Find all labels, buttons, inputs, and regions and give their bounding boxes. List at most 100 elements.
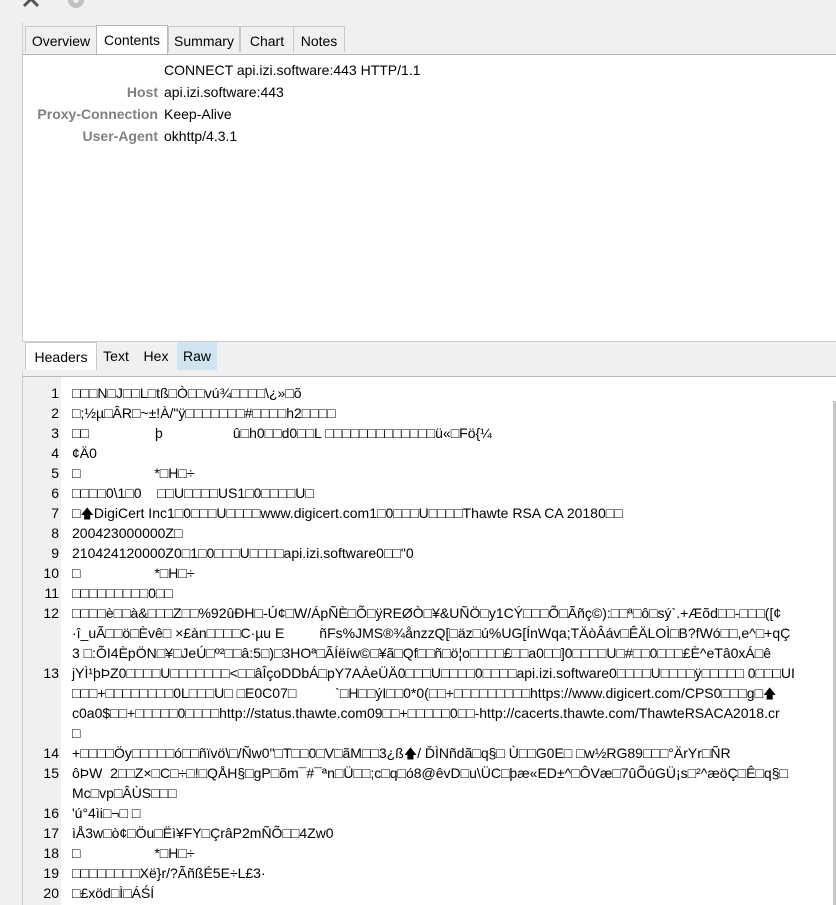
line-number: 8 bbox=[51, 525, 59, 541]
raw-line-segment: +□□□□Öy□□□□□ó□□ñïvö\□/Ñw0"□T□□0□V□ãM□□3¿… bbox=[72, 745, 404, 761]
raw-line-segment: □ bbox=[72, 725, 81, 741]
raw-line-text: □□□+□□□□□□□□0L□□□U□ □E0C07□ `□H□□ýI□□0*0… bbox=[72, 683, 776, 704]
line-number: 20 bbox=[43, 885, 59, 901]
line-number: 19 bbox=[43, 865, 59, 881]
line-number: 4 bbox=[51, 445, 59, 461]
raw-line: 14 +□□□□Öy□□□□□ó□□ñïvö\□/Ñw0"□T□□0□V□ãM□□… bbox=[23, 743, 836, 763]
raw-line: 3 □:ÕI4ÈpÖN□¥□JeÚ□º²□□â:5□)□3HOª□ÃÍëíw©□… bbox=[23, 643, 836, 663]
raw-line: 15 ôÞW 2□□Z×□C□÷□!□QÅH§□gP□õm¯#¯ªn□Ü□□;c□… bbox=[23, 763, 836, 783]
raw-line: 10 □ *□H□÷ bbox=[23, 563, 836, 583]
raw-line-segment: ôÞW 2□□Z×□C□÷□!□QÅH§□gP□õm¯#¯ªn□Ü□□;c□q□… bbox=[72, 765, 788, 781]
raw-line: 19 □□□□□□□□Xë}r/?ÃñßÉ5E÷L£3· bbox=[23, 863, 836, 883]
raw-line: 1 □□□N□J□□L□tß□Ò□□vú¾□□□□\¿»□õ bbox=[23, 383, 836, 403]
line-number: 14 bbox=[43, 745, 59, 761]
raw-line-text: ôÞW 2□□Z×□C□÷□!□QÅH§□gP□õm¯#¯ªn□Ü□□;c□q□… bbox=[72, 763, 788, 783]
raw-line-segment: □;½µ□ÂR□~±!À/"ÿ□□□□□□□#□□□□h2□□□□ bbox=[72, 405, 336, 421]
bottom-tab-bar: Headers Text Hex Raw bbox=[22, 341, 836, 371]
raw-line-text: jYÌ¹þÞZ0□□□□U□□□□□□□<□□âÎçoDDbÁ□pY7AÀeÜÄ… bbox=[72, 663, 795, 683]
raw-line: 8 200423000000Z□ bbox=[23, 523, 836, 543]
raw-line-segment: □□□□□□□□Xë}r/?ÃñßÉ5E÷L£3· bbox=[72, 865, 266, 881]
toolbar bbox=[0, 0, 836, 20]
raw-line: 4 ¢Ä0 bbox=[23, 443, 836, 463]
raw-line-segment: □□□□□□□□□0□□ bbox=[72, 585, 173, 601]
raw-line: 17 ìÅ3w□ò¢□Öu□Ëì¥FY□ÇrâP2mÑÕ□□4Zw0 bbox=[23, 823, 836, 843]
tab-raw[interactable]: Raw bbox=[177, 342, 217, 370]
raw-line-segment: c0a0$□□+□□□□□0□□□□http://status.thawte.c… bbox=[72, 705, 780, 721]
line-number: 17 bbox=[43, 825, 59, 841]
raw-line-segment: ¢Ä0 bbox=[72, 445, 97, 461]
raw-line: Mc□vp□ÂÙS□□□ bbox=[23, 783, 836, 803]
tab-headers[interactable]: Headers bbox=[25, 342, 97, 370]
tab-chart[interactable]: Chart bbox=[240, 26, 294, 52]
raw-line-segment: □£xöd□Ì□ÁŚÍ bbox=[72, 885, 155, 901]
raw-line-text: ¢Ä0 bbox=[72, 443, 97, 463]
raw-line-text: ·î_uÃ□□ö□Èvê□ ×£àn□□□□C·µu E ñFs%JMS®¾ån… bbox=[72, 623, 790, 643]
raw-line: 13 jYÌ¹þÞZ0□□□□U□□□□□□□<□□âÎçoDDbÁ□pY7AÀe… bbox=[23, 663, 836, 683]
line-number: 11 bbox=[44, 585, 59, 601]
raw-line: 18 □ *□H□÷ bbox=[23, 843, 836, 863]
raw-line-segment: DigiCert Inc1□0□□□U□□□□www.digicert.com1… bbox=[93, 505, 623, 521]
tab-notes[interactable]: Notes bbox=[293, 26, 345, 52]
raw-line: 9 210424120000Z0□1□0□□□U□□□□api.izi.softw… bbox=[23, 543, 836, 563]
request-line: CONNECT api.izi.software:443 HTTP/1.1 bbox=[164, 62, 421, 78]
raw-line-text: 3 □:ÕI4ÈpÖN□¥□JeÚ□º²□□â:5□)□3HOª□ÃÍëíw©□… bbox=[72, 643, 771, 663]
raw-line-segment: jYÌ¹þÞZ0□□□□U□□□□□□□<□□âÎçoDDbÁ□pY7AÀeÜÄ… bbox=[72, 665, 795, 681]
raw-line: □□□+□□□□□□□□0L□□□U□ □E0C07□ `□H□□ýI□□0*0… bbox=[23, 683, 836, 703]
raw-content-panel[interactable]: 1 □□□N□J□□L□tß□Ò□□vú¾□□□□\¿»□õ 2 □;½µ□ÂR□~±… bbox=[22, 376, 836, 905]
raw-line-text: □;½µ□ÂR□~±!À/"ÿ□□□□□□□#□□□□h2□□□□ bbox=[72, 403, 336, 423]
header-name-user-agent: User-Agent bbox=[82, 128, 158, 144]
raw-line: 11 □□□□□□□□□0□□ bbox=[23, 583, 836, 603]
tab-contents[interactable]: Contents bbox=[96, 25, 168, 54]
line-number: 13 bbox=[43, 665, 59, 681]
raw-line-segment: □ *□H□÷ bbox=[72, 845, 195, 861]
raw-line: 2 □;½µ□ÂR□~±!À/"ÿ□□□□□□□#□□□□h2□□□□ bbox=[23, 403, 836, 423]
tab-hex[interactable]: Hex bbox=[135, 342, 177, 370]
raw-line: □ bbox=[23, 723, 836, 743]
line-number: 9 bbox=[51, 545, 59, 561]
gear-icon[interactable] bbox=[64, 0, 88, 12]
raw-line-text: □□□□è□□à&□□□Z□□%92ûÐH□-Ú¢□W/ÁpÑÈ□Õ□ÿREØÒ… bbox=[72, 603, 781, 623]
raw-line-segment: □□ þ û□h0□□d0□□L □□□□□□□□□□□□□ü«□Fö{¼ bbox=[72, 425, 492, 441]
raw-line-segment: □□□□è□□à&□□□Z□□%92ûÐH□-Ú¢□W/ÁpÑÈ□Õ□ÿREØÒ… bbox=[72, 605, 782, 621]
raw-line-segment: □□□□0\1□0 □□U□□□□US1□0□□□□U□ bbox=[72, 485, 314, 501]
tab-summary[interactable]: Summary bbox=[168, 26, 240, 52]
raw-line-text: 200423000000Z□ bbox=[72, 523, 182, 543]
tab-text[interactable]: Text bbox=[97, 342, 135, 370]
wrench-icon[interactable] bbox=[22, 0, 46, 12]
raw-line-segment: / ĎÌNñdã□q§□ Ù□□G0E□ □w½RG89□□□°ÄrYr□ÑR bbox=[417, 745, 731, 761]
raw-line: 7 □🡅DigiCert Inc1□0□□□U□□□□www.digicert.c… bbox=[23, 503, 836, 523]
line-number: 10 bbox=[43, 565, 59, 581]
tab-overview[interactable]: Overview bbox=[25, 26, 97, 52]
raw-line-segment: 200423000000Z□ bbox=[72, 525, 183, 541]
request-headers-panel: CONNECT api.izi.software:443 HTTP/1.1 Ho… bbox=[22, 55, 836, 341]
raw-line-text: □□□N□J□□L□tß□Ò□□vú¾□□□□\¿»□õ bbox=[72, 383, 302, 403]
up-arrow-icon: 🡅 bbox=[763, 686, 777, 701]
raw-line-segment: □□□N□J□□L□tß□Ò□□vú¾□□□□\¿»□õ bbox=[72, 385, 302, 401]
line-number: 5 bbox=[51, 465, 59, 481]
header-value-host: api.izi.software:443 bbox=[164, 84, 284, 100]
raw-line: c0a0$□□+□□□□□0□□□□http://status.thawte.c… bbox=[23, 703, 836, 723]
raw-line-text: Mc□vp□ÂÙS□□□ bbox=[72, 783, 177, 803]
line-number: 18 bbox=[43, 845, 59, 861]
raw-line-text: □□□□□□□□□0□□ bbox=[72, 583, 173, 603]
raw-line-text: □ bbox=[72, 723, 80, 743]
raw-line-text: □ *□H□÷ bbox=[72, 843, 195, 863]
raw-line: 12 □□□□è□□à&□□□Z□□%92ûÐH□-Ú¢□W/ÁpÑÈ□Õ□ÿRE… bbox=[23, 603, 836, 623]
raw-line-segment: □□□+□□□□□□□□0L□□□U□ □E0C07□ `□H□□ýI□□0*0… bbox=[72, 685, 764, 701]
line-number: 6 bbox=[51, 485, 59, 501]
left-gutter-strip bbox=[0, 22, 23, 904]
raw-line-text: c0a0$□□+□□□□□0□□□□http://status.thawte.c… bbox=[72, 703, 780, 723]
raw-line-text: □ *□H□÷ bbox=[72, 563, 195, 583]
line-number: 2 bbox=[51, 405, 59, 421]
raw-line-text: □£xöd□Ì□ÁŚÍ bbox=[72, 883, 154, 903]
raw-line: 3 □□ þ û□h0□□d0□□L □□□□□□□□□□□□□ü«□Fö{¼ bbox=[23, 423, 836, 443]
raw-line-segment: ìÅ3w□ò¢□Öu□Ëì¥FY□ÇrâP2mÑÕ□□4Zw0 bbox=[72, 825, 334, 841]
header-name-proxy-connection: Proxy-Connection bbox=[37, 106, 158, 122]
raw-line: 20 □£xöd□Ì□ÁŚÍ bbox=[23, 883, 836, 903]
raw-line-text: □🡅DigiCert Inc1□0□□□U□□□□www.digicert.co… bbox=[72, 503, 623, 524]
raw-line: ·î_uÃ□□ö□Èvê□ ×£àn□□□□C·µu E ñFs%JMS®¾ån… bbox=[23, 623, 836, 643]
raw-line-text: □ *□H□÷ bbox=[72, 463, 195, 483]
raw-line: 6 □□□□0\1□0 □□U□□□□US1□0□□□□U□ bbox=[23, 483, 836, 503]
top-tab-bar: Overview Contents Summary Chart Notes bbox=[22, 25, 836, 55]
raw-line-segment: □ *□H□÷ bbox=[72, 565, 195, 581]
